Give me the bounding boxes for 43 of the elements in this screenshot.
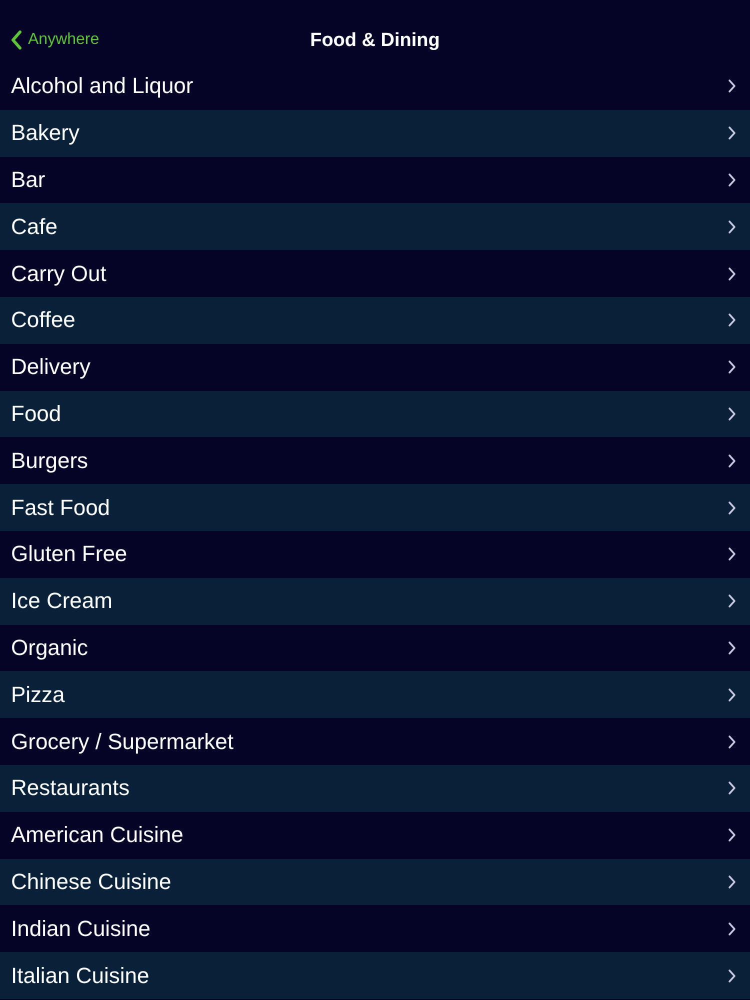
category-row[interactable]: Restaurants — [0, 764, 750, 812]
category-row[interactable]: Indian Cuisine — [0, 905, 750, 952]
category-row[interactable]: Organic — [0, 624, 750, 672]
category-row[interactable]: Burgers — [0, 437, 750, 484]
category-row[interactable]: American Cuisine — [0, 812, 750, 859]
category-row[interactable]: Bar — [0, 156, 750, 204]
chevron-right-icon — [728, 547, 736, 562]
category-row[interactable]: Bakery — [0, 110, 750, 157]
chevron-right-icon — [728, 828, 736, 842]
chevron-right-icon — [728, 734, 736, 749]
chevron-right-icon — [728, 454, 736, 468]
category-row[interactable]: Grocery / Supermarket — [0, 718, 750, 765]
category-row[interactable]: Ice Cream — [0, 578, 750, 625]
category-row[interactable]: Gluten Free — [0, 530, 750, 578]
chevron-right-icon — [728, 126, 736, 140]
category-row[interactable]: Chinese Cuisine — [0, 858, 750, 906]
category-row[interactable]: Coffee — [0, 296, 750, 344]
category-row[interactable]: Pizza — [0, 671, 750, 718]
category-row[interactable]: Delivery — [0, 344, 750, 391]
category-row[interactable]: Fast Food — [0, 484, 750, 531]
chevron-right-icon — [728, 500, 736, 515]
chevron-right-icon — [728, 313, 736, 328]
page-title: Food & Dining — [310, 30, 440, 52]
chevron-right-icon — [728, 781, 736, 796]
chevron-right-icon — [728, 874, 736, 889]
back-button[interactable]: Anywhere — [10, 30, 100, 50]
chevron-right-icon — [728, 266, 736, 281]
category-row[interactable]: Alcohol and Liquor — [0, 63, 750, 110]
chevron-right-icon — [728, 406, 736, 421]
chevron-right-icon — [728, 172, 736, 187]
category-row[interactable]: Food — [0, 390, 750, 438]
chevron-right-icon — [728, 594, 736, 608]
chevron-right-icon — [728, 79, 736, 94]
chevron-left-icon — [10, 30, 22, 50]
chevron-right-icon — [728, 360, 736, 374]
chevron-right-icon — [728, 220, 736, 234]
category-row[interactable]: Carry Out — [0, 250, 750, 297]
chevron-right-icon — [728, 922, 736, 936]
chevron-right-icon — [728, 640, 736, 655]
chevron-right-icon — [728, 688, 736, 702]
chevron-right-icon — [728, 968, 736, 983]
category-row[interactable]: Cafe — [0, 203, 750, 250]
category-row[interactable]: Italian Cuisine — [0, 952, 750, 999]
